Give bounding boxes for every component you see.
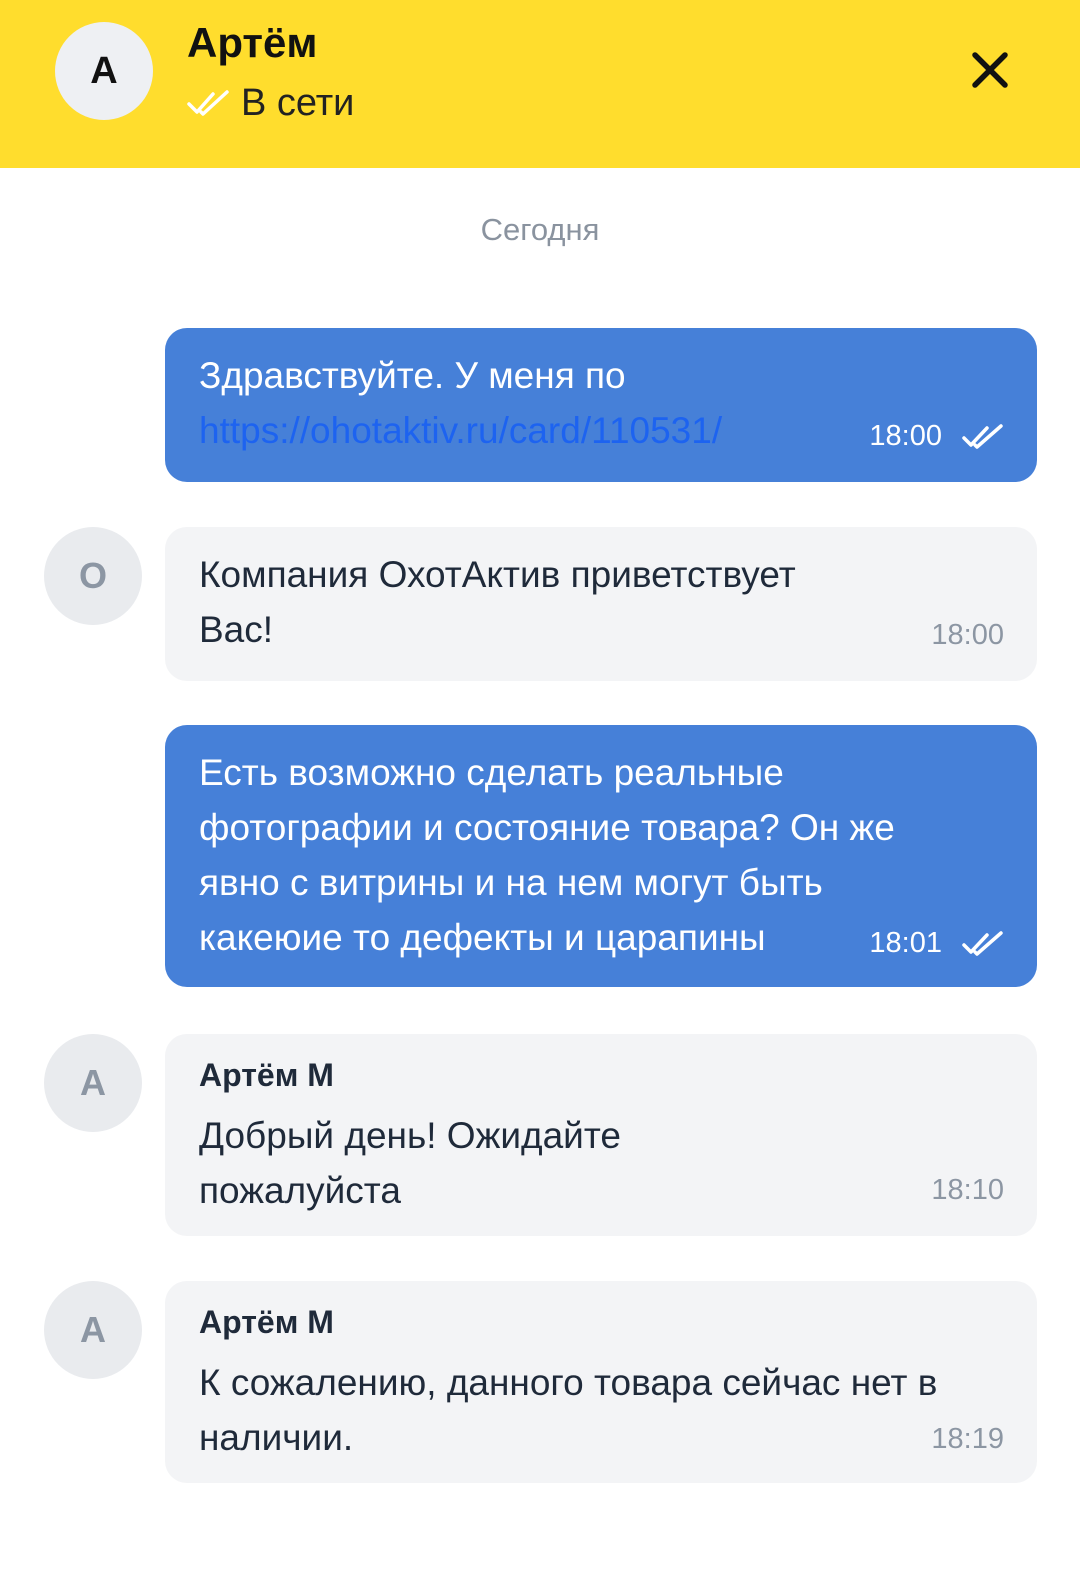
- sender-name: Артём М: [199, 1057, 334, 1093]
- sender-avatar: О: [44, 527, 142, 625]
- contact-status: В сети: [187, 80, 354, 126]
- double-check-icon: [962, 423, 1003, 449]
- message-body: Здравствуйте. У меня по: [199, 355, 626, 396]
- message-time: 18:01: [869, 927, 942, 959]
- message-meta: 18:01: [869, 927, 1004, 960]
- message-text: К сожалению, данного товара сейчас нет в…: [199, 1362, 938, 1458]
- message-meta: 18:10: [931, 1174, 1004, 1207]
- message-meta: 18:00: [869, 420, 1004, 453]
- contact-avatar[interactable]: А: [55, 22, 153, 120]
- message-text: Есть возможно сделать реальные фотографи…: [199, 752, 895, 958]
- message-outgoing[interactable]: Здравствуйте. У меня по https://ohotakti…: [165, 328, 1037, 482]
- message-meta: 18:19: [931, 1423, 1004, 1456]
- message-meta: 18:00: [931, 619, 1004, 652]
- message-text: Компания ОхотАктив приветствует Вас!: [199, 554, 796, 650]
- message-time: 18:00: [869, 420, 942, 452]
- contact-name: Артём: [187, 19, 318, 66]
- double-check-icon: [962, 930, 1003, 956]
- message-time: 18:00: [931, 619, 1004, 651]
- message-text: Здравствуйте. У меня по https://ohotakti…: [199, 348, 899, 458]
- message-incoming[interactable]: Компания ОхотАктив приветствует Вас! 18:…: [165, 527, 1037, 681]
- message-text: Добрый день! Ожидайте пожалуйста: [199, 1115, 621, 1211]
- message-time: 18:10: [931, 1174, 1004, 1206]
- sender-avatar: А: [44, 1281, 142, 1379]
- message-outgoing[interactable]: Есть возможно сделать реальные фотографи…: [165, 725, 1037, 987]
- double-check-icon: [187, 90, 229, 116]
- message-incoming[interactable]: Артём М Добрый день! Ожидайте пожалуйста…: [165, 1034, 1037, 1236]
- message-time: 18:19: [931, 1423, 1004, 1455]
- sender-avatar: А: [44, 1034, 142, 1132]
- product-link[interactable]: https://ohotaktiv.ru/card/110531/: [199, 410, 722, 451]
- status-text: В сети: [241, 81, 355, 124]
- close-button[interactable]: [960, 40, 1020, 100]
- message-incoming[interactable]: Артём М К сожалению, данного товара сейч…: [165, 1281, 1037, 1483]
- date-separator: Сегодня: [480, 212, 600, 247]
- sender-name: Артём М: [199, 1304, 334, 1340]
- chat-header: А Артём В сети: [0, 0, 1080, 168]
- close-icon: [972, 52, 1008, 88]
